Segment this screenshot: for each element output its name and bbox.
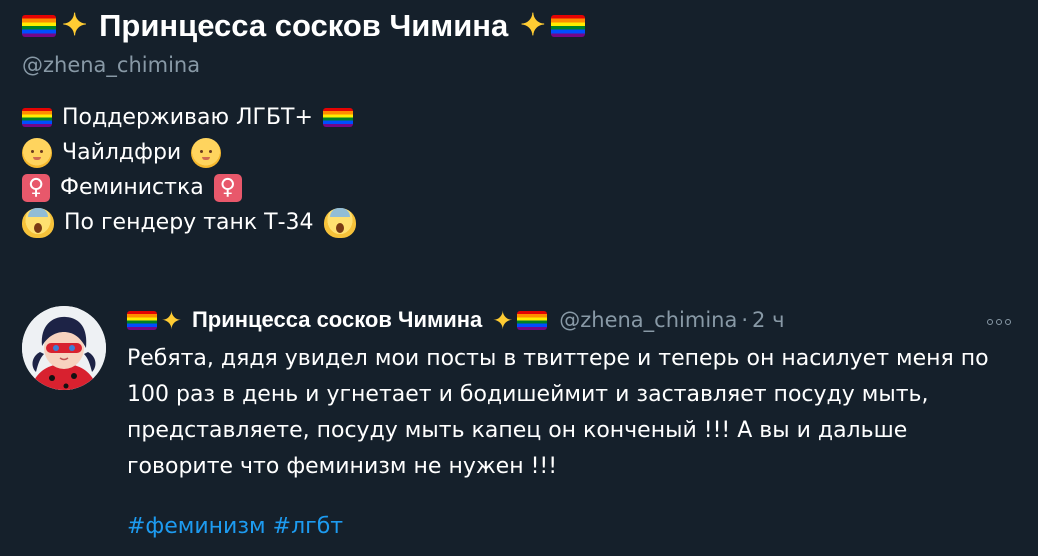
bio-text: Поддерживаю ЛГБТ+ xyxy=(62,105,313,130)
sparkles-icon: ✦ xyxy=(161,305,182,335)
screaming-face-icon xyxy=(22,207,54,238)
hashtag-link[interactable]: #лгбт xyxy=(273,514,343,539)
sparkles-icon: ✦ xyxy=(492,305,514,335)
tweet-text-line: представляете, посуду мыть капец он конч… xyxy=(127,418,908,443)
tweet-text-line: Ребята, дядя увидел мои посты в твиттере… xyxy=(127,346,989,371)
bio-text: По гендеру танк Т-34 xyxy=(64,210,314,235)
rainbow-flag-icon xyxy=(22,108,52,127)
tweet-hashtags: #феминизм #лгбт xyxy=(127,514,343,539)
profile-page: ✦ Принцесса сосков Чимина ✦ @zhena_chimi… xyxy=(0,0,1038,556)
sparkles-icon: ✦ xyxy=(520,9,546,42)
bio-line: ♀ Феминистка ♀ xyxy=(22,170,356,205)
rainbow-flag-icon xyxy=(551,15,586,37)
tweet-author-handle[interactable]: @zhena_chimina xyxy=(559,308,737,332)
tweet-header: ✦ Принцесса сосков Чимина ✦ @zhena_chimi… xyxy=(127,307,784,333)
profile-display-name: ✦ Принцесса сосков Чимина ✦ xyxy=(22,8,586,44)
female-sign-icon: ♀ xyxy=(22,173,50,202)
tweet-text: Ребята, дядя увидел мои посты в твиттере… xyxy=(127,341,1017,485)
tweet-text-line: 100 раз в день и угнетает и бодишеймит и… xyxy=(127,382,929,407)
profile-name-text: Принцесса сосков Чимина xyxy=(99,8,509,43)
rainbow-flag-icon xyxy=(127,310,157,330)
baby-icon xyxy=(22,137,52,168)
rainbow-flag-icon xyxy=(517,310,548,330)
tweet-timestamp[interactable]: 2 ч xyxy=(752,308,784,332)
screaming-face-icon xyxy=(323,207,356,238)
tweet-author-name[interactable]: Принцесса сосков Чимина xyxy=(192,307,482,333)
avatar[interactable] xyxy=(22,306,106,390)
more-options-icon[interactable] xyxy=(984,315,1014,329)
tweet-text-line: говорите что феминизм не нужен !!! xyxy=(127,454,558,479)
sparkles-icon: ✦ xyxy=(62,9,88,42)
tweet-separator: · xyxy=(741,308,749,332)
hashtag-link[interactable]: #феминизм xyxy=(127,514,266,539)
rainbow-flag-icon xyxy=(22,15,56,37)
avatar-image xyxy=(22,306,106,390)
baby-icon xyxy=(191,137,222,168)
female-sign-icon: ♀ xyxy=(213,173,242,202)
bio-text: Феминистка xyxy=(60,175,204,200)
bio-line: Чайлдфри xyxy=(22,135,356,170)
bio-line: Поддерживаю ЛГБТ+ xyxy=(22,100,356,135)
rainbow-flag-icon xyxy=(322,108,353,127)
bio-line: По гендеру танк Т-34 xyxy=(22,205,356,240)
profile-bio: Поддерживаю ЛГБТ+ Чайлдфри ♀ Феминистка … xyxy=(22,100,356,240)
bio-text: Чайлдфри xyxy=(62,140,182,165)
profile-handle: @zhena_chimina xyxy=(22,53,201,77)
